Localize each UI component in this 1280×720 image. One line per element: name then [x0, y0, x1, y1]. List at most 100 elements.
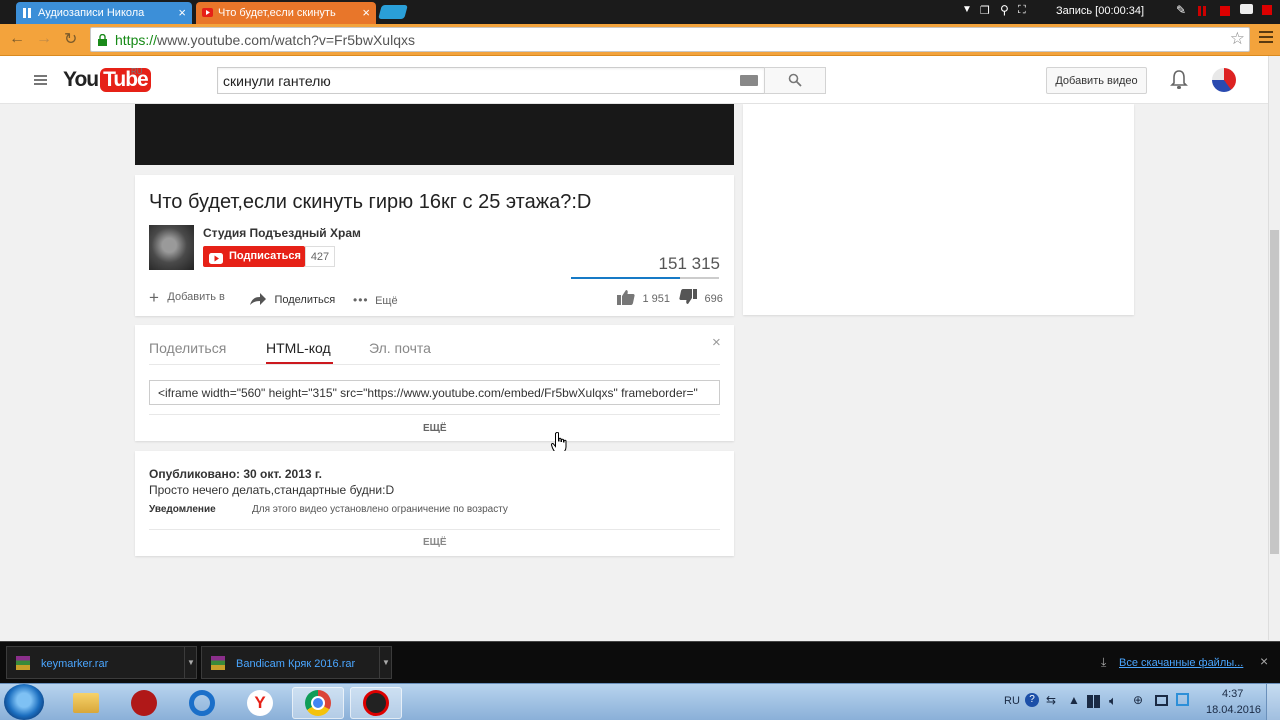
- window-icon[interactable]: ❐: [980, 4, 990, 17]
- recording-timer: Запись [00:00:34]: [1056, 5, 1145, 17]
- volume-icon[interactable]: 🔈︎: [1109, 693, 1117, 709]
- dislike-button[interactable]: 696: [679, 289, 723, 310]
- more-label: Ещё: [375, 295, 398, 307]
- bandicam-taskbar-icon[interactable]: [350, 687, 402, 719]
- app-blue-taskbar-icon[interactable]: [176, 687, 228, 719]
- network-tray-icon[interactable]: ⇆: [1046, 693, 1056, 707]
- tab-share[interactable]: Поделиться: [149, 340, 226, 356]
- address-bar[interactable]: https://www.youtube.com/watch?v=Fr5bwXul…: [90, 27, 1250, 52]
- view-count: 151 315: [658, 254, 720, 273]
- browser-tab-youtube[interactable]: Что будет,если скинуть ×: [196, 2, 376, 24]
- description-more-button[interactable]: ЕЩЁ: [423, 537, 447, 548]
- share-button[interactable]: Поделиться: [249, 291, 335, 307]
- download-item[interactable]: keymarker.rar ▼: [6, 646, 197, 679]
- like-button[interactable]: 1 951: [617, 289, 670, 310]
- forward-icon[interactable]: →: [36, 30, 52, 48]
- embed-code-field[interactable]: [149, 380, 720, 405]
- page-scrollbar[interactable]: [1268, 56, 1280, 640]
- menu-icon[interactable]: [1259, 31, 1273, 43]
- download-filename: Bandicam Кряк 2016.rar: [236, 658, 356, 670]
- youtube-logo[interactable]: You Tube RU: [63, 67, 151, 94]
- video-player[interactable]: [135, 104, 734, 165]
- reload-icon[interactable]: ↻: [64, 29, 77, 49]
- tab-email[interactable]: Эл. почта: [369, 340, 431, 356]
- search-button[interactable]: [764, 67, 826, 94]
- clock-date[interactable]: 18.04.2016: [1206, 704, 1261, 716]
- more-actions-button[interactable]: ••• Ещё: [353, 291, 398, 307]
- scrollbar-thumb[interactable]: [1270, 230, 1279, 554]
- logo-you-text: You: [63, 68, 99, 91]
- clock-time[interactable]: 4:37: [1222, 688, 1243, 700]
- new-tab-button[interactable]: [378, 5, 408, 19]
- divider: [149, 414, 720, 415]
- notice-label: Уведомление: [149, 504, 216, 515]
- youtube-favicon-icon: [202, 8, 213, 18]
- plus-icon: +: [149, 288, 159, 307]
- pencil-icon[interactable]: ✎: [1176, 3, 1186, 17]
- tab-divider: [149, 364, 720, 365]
- tab-embed[interactable]: HTML-код: [266, 340, 331, 356]
- zoom-icon[interactable]: ⚲: [1000, 3, 1009, 17]
- description-card: Опубликовано: 30 окт. 2013 г. Просто неч…: [135, 451, 734, 556]
- sidebar-panel: [743, 104, 1134, 315]
- channel-avatar[interactable]: [149, 225, 194, 270]
- subscriber-count: 427: [305, 246, 335, 267]
- tab-title: Аудиозаписи Никола: [38, 7, 145, 19]
- youtube-masthead: You Tube RU скинули гантелю Добавить виде…: [0, 56, 1268, 104]
- bookmark-star-icon[interactable]: ☆: [1230, 29, 1245, 49]
- notice-text: Для этого видео установлено ограничение …: [252, 504, 508, 515]
- notifications-bell-icon[interactable]: [1170, 70, 1188, 95]
- subscribe-button[interactable]: Подписаться: [203, 246, 305, 267]
- download-dropdown-icon[interactable]: ▼: [379, 647, 391, 678]
- dislike-count: 696: [704, 293, 723, 305]
- dropdown-arrow-icon[interactable]: ▼: [962, 4, 972, 15]
- start-button[interactable]: [4, 684, 44, 720]
- avatar[interactable]: [1212, 68, 1236, 92]
- thumbs-down-icon: [679, 289, 697, 309]
- language-indicator[interactable]: RU: [1004, 695, 1020, 707]
- publish-date: Опубликовано: 30 окт. 2013 г.: [149, 467, 323, 481]
- search-input[interactable]: скинули гантелю: [217, 67, 765, 94]
- chrome-taskbar-icon[interactable]: [292, 687, 344, 719]
- add-to-button[interactable]: + Добавить в: [149, 288, 225, 307]
- download-item[interactable]: Bandicam Кряк 2016.rar ▼: [201, 646, 392, 679]
- description-text: Просто нечего делать,стандартные будни:D: [149, 483, 395, 497]
- download-filename: keymarker.rar: [41, 658, 109, 670]
- like-ratio-fill: [571, 277, 681, 279]
- show-desktop-button[interactable]: [1266, 684, 1280, 720]
- close-recorder-icon[interactable]: [1262, 5, 1272, 15]
- back-icon[interactable]: ←: [9, 30, 25, 48]
- app-red-taskbar-icon[interactable]: [118, 687, 170, 719]
- region-icon[interactable]: ⛶: [1018, 4, 1026, 17]
- share-more-button[interactable]: ЕЩЁ: [423, 423, 447, 434]
- tray-expand-icon[interactable]: ▲: [1068, 693, 1080, 707]
- stop-record-icon[interactable]: [1220, 6, 1230, 16]
- close-share-icon[interactable]: ×: [712, 334, 721, 351]
- windows-flag-icon[interactable]: [1087, 695, 1100, 708]
- display-tray-icon[interactable]: [1155, 695, 1168, 706]
- tray-monitor-icon[interactable]: [1176, 693, 1189, 706]
- download-dropdown-icon[interactable]: ▼: [184, 647, 196, 678]
- help-icon[interactable]: ?: [1025, 693, 1039, 707]
- explorer-taskbar-icon[interactable]: [60, 687, 112, 719]
- camera-icon[interactable]: [1240, 4, 1253, 14]
- url-path: www.youtube.com/watch?v=Fr5bwXulqxs: [157, 32, 415, 48]
- tab-close-icon[interactable]: ×: [362, 5, 370, 20]
- yandex-browser-taskbar-icon[interactable]: Y: [234, 687, 286, 719]
- url-scheme: https://: [115, 32, 158, 48]
- all-downloads-link[interactable]: Все скачанные файлы...: [1119, 657, 1243, 669]
- tab-close-icon[interactable]: ×: [178, 5, 186, 20]
- pause-record-icon[interactable]: [1198, 6, 1206, 16]
- tray-app-icon[interactable]: ⊕: [1133, 693, 1143, 707]
- channel-name[interactable]: Студия Подъездный Храм: [203, 226, 361, 240]
- search-icon: [788, 73, 802, 92]
- keyboard-icon[interactable]: [740, 75, 758, 86]
- upload-button[interactable]: Добавить видео: [1046, 67, 1147, 94]
- close-shelf-icon[interactable]: ×: [1260, 653, 1268, 669]
- download-arrow-icon: ⤓: [1101, 655, 1107, 669]
- guide-menu-icon[interactable]: [34, 75, 47, 85]
- windows-taskbar: Y RU ? ⇆ ▲ 🔈︎ ⊕ 4:37 18.04.2016: [0, 683, 1280, 720]
- add-to-label: Добавить в: [167, 291, 225, 303]
- browser-tab-audio[interactable]: Аудиозаписи Никола ×: [16, 2, 192, 24]
- share-panel: Поделиться HTML-код Эл. почта × ЕЩЁ: [135, 325, 734, 441]
